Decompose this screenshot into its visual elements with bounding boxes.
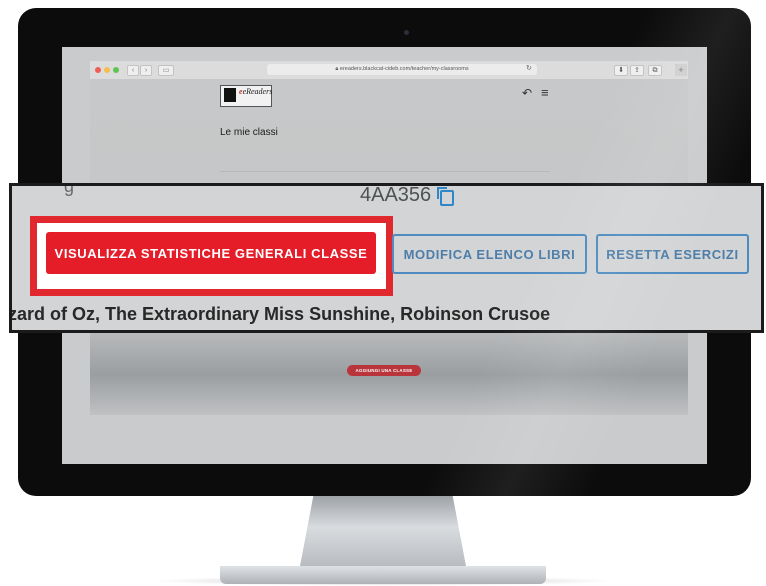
reload-icon[interactable]: ↻ bbox=[526, 64, 532, 72]
partial-text-fragment: g bbox=[64, 183, 75, 196]
divider bbox=[220, 171, 550, 172]
sidebar-icon[interactable]: ▭ bbox=[158, 65, 174, 76]
share-icon[interactable]: ⇪ bbox=[630, 65, 644, 76]
edit-books-list-button[interactable]: MODIFICA ELENCO LIBRI bbox=[392, 234, 587, 274]
lock-icon: 🔒︎ bbox=[335, 66, 339, 72]
minimize-window-icon[interactable] bbox=[104, 67, 110, 73]
hamburger-menu-icon[interactable]: ≡ bbox=[541, 85, 549, 100]
class-code: 4AA356 bbox=[360, 184, 432, 206]
monitor-stand-neck bbox=[300, 496, 466, 566]
monitor-stand-base bbox=[220, 566, 546, 584]
browser-toolbar: ‹ › ▭ 🔒︎ ereaders.blackcat-cideb.com/tea… bbox=[90, 61, 688, 80]
books-list: zard of Oz, The Extraordinary Miss Sunsh… bbox=[9, 304, 551, 324]
zoom-callout: g 4AA356 VISUALIZZA STATISTICHE GENERALI… bbox=[9, 183, 764, 333]
maximize-window-icon[interactable] bbox=[113, 67, 119, 73]
reset-exercises-button[interactable]: RESETTA ESERCIZI bbox=[596, 234, 749, 274]
download-icon[interactable]: ⬇ bbox=[614, 65, 628, 76]
forward-nav-icon[interactable]: › bbox=[140, 65, 152, 76]
new-tab-icon[interactable]: + bbox=[675, 64, 687, 76]
copy-icon[interactable] bbox=[437, 187, 454, 206]
camera-dot bbox=[404, 30, 409, 35]
back-arrow-icon[interactable]: ↶ bbox=[522, 86, 532, 100]
view-class-stats-button[interactable]: VISUALIZZA STATISTICHE GENERALI CLASSE bbox=[46, 232, 376, 274]
close-window-icon[interactable] bbox=[95, 67, 101, 73]
page-title: Le mie classi bbox=[220, 127, 278, 138]
add-class-button[interactable]: AGGIUNGI UNA CLASSE bbox=[347, 365, 421, 376]
tabs-icon[interactable]: ⧉ bbox=[648, 65, 662, 76]
site-logo[interactable]: eeReaders bbox=[220, 85, 272, 107]
black-cat-logo-icon bbox=[224, 88, 236, 102]
back-nav-icon[interactable]: ‹ bbox=[127, 65, 139, 76]
url-text: ereaders.blackcat-cideb.com/teacher/my-c… bbox=[339, 66, 469, 72]
logo-text: eeReaders bbox=[239, 87, 273, 96]
address-bar[interactable]: 🔒︎ ereaders.blackcat-cideb.com/teacher/m… bbox=[267, 64, 537, 75]
